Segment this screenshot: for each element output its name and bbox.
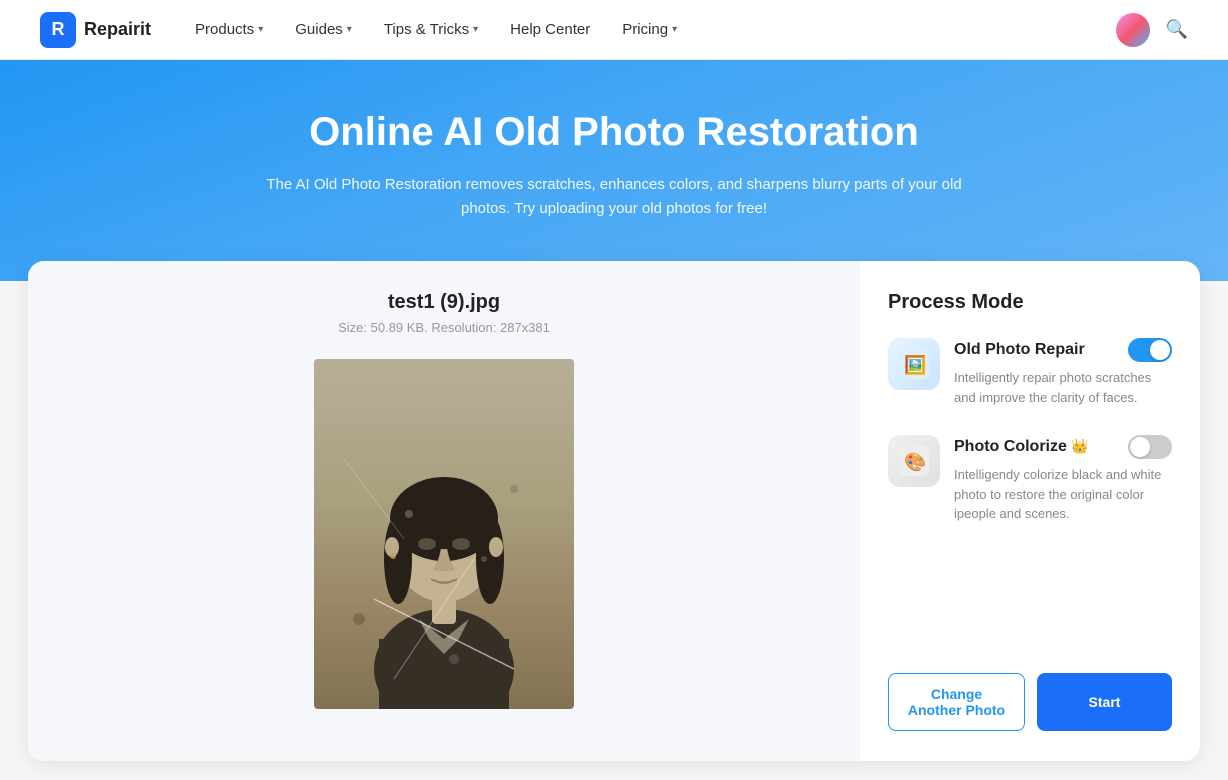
nav-label-guides: Guides [295, 21, 343, 38]
mode-content-repair: Old Photo Repair Intelligently repair ph… [954, 338, 1172, 407]
navbar: R Repairit Products ▾ Guides ▾ Tips & Tr… [0, 0, 1228, 60]
start-button[interactable]: Start [1037, 673, 1172, 731]
svg-text:🎨: 🎨 [904, 451, 926, 472]
chevron-down-icon: ▾ [473, 24, 478, 35]
nav-label-help: Help Center [510, 21, 590, 38]
colorize-mode-icon: 🎨 [888, 435, 940, 487]
nav-links: Products ▾ Guides ▾ Tips & Tricks ▾ Help… [181, 13, 1116, 46]
mode-desc-repair: Intelligently repair photo scratches and… [954, 368, 1172, 407]
toggle-knob-colorize [1130, 437, 1150, 457]
repair-mode-icon: 🖼️ [888, 338, 940, 390]
hero-title: Online AI Old Photo Restoration [40, 110, 1188, 155]
mode-item-colorize: 🎨 Photo Colorize 👑 Intelligendy colorize… [888, 435, 1172, 524]
logo-text: Repairit [84, 19, 151, 40]
nav-label-pricing: Pricing [622, 21, 668, 38]
svg-text:🖼️: 🖼️ [904, 354, 926, 375]
mode-desc-colorize: Intelligendy colorize black and white ph… [954, 465, 1172, 524]
avatar[interactable] [1116, 13, 1150, 47]
nav-item-tips[interactable]: Tips & Tricks ▾ [370, 13, 492, 46]
mode-name-colorize: Photo Colorize 👑 [954, 438, 1089, 456]
mode-header-colorize: Photo Colorize 👑 [954, 435, 1172, 459]
mode-name-repair: Old Photo Repair [954, 341, 1085, 359]
toggle-repair[interactable] [1128, 338, 1172, 362]
chevron-down-icon: ▾ [672, 24, 677, 35]
nav-item-guides[interactable]: Guides ▾ [281, 13, 366, 46]
photo-meta: Size: 50.89 KB. Resolution: 287x381 [338, 320, 550, 335]
nav-item-pricing[interactable]: Pricing ▾ [608, 13, 691, 46]
right-panel: Process Mode 🖼️ Old Photo Repair Intelli… [860, 261, 1200, 761]
main-card: test1 (9).jpg Size: 50.89 KB. Resolution… [28, 261, 1200, 761]
process-mode-title: Process Mode [888, 291, 1172, 314]
photo-preview [314, 359, 574, 709]
chevron-down-icon: ▾ [347, 24, 352, 35]
crown-badge: 👑 [1071, 438, 1088, 454]
chevron-down-icon: ▾ [258, 24, 263, 35]
action-buttons: Change Another Photo Start [888, 673, 1172, 731]
toggle-knob-repair [1150, 340, 1170, 360]
mode-item-repair: 🖼️ Old Photo Repair Intelligently repair… [888, 338, 1172, 407]
nav-label-products: Products [195, 21, 254, 38]
search-icon[interactable]: 🔍 [1166, 19, 1188, 40]
hero-section: Online AI Old Photo Restoration The AI O… [0, 60, 1228, 281]
mode-content-colorize: Photo Colorize 👑 Intelligendy colorize b… [954, 435, 1172, 524]
photo-filename: test1 (9).jpg [388, 291, 500, 314]
nav-label-tips: Tips & Tricks [384, 21, 469, 38]
toggle-colorize[interactable] [1128, 435, 1172, 459]
logo-link[interactable]: R Repairit [40, 12, 151, 48]
nav-right: 🔍 [1116, 13, 1188, 47]
change-photo-button[interactable]: Change Another Photo [888, 673, 1025, 731]
logo-icon: R [40, 12, 76, 48]
hero-subtitle: The AI Old Photo Restoration removes scr… [264, 173, 964, 221]
left-panel: test1 (9).jpg Size: 50.89 KB. Resolution… [28, 261, 860, 761]
nav-item-help[interactable]: Help Center [496, 13, 604, 46]
mode-header-repair: Old Photo Repair [954, 338, 1172, 362]
nav-item-products[interactable]: Products ▾ [181, 13, 277, 46]
